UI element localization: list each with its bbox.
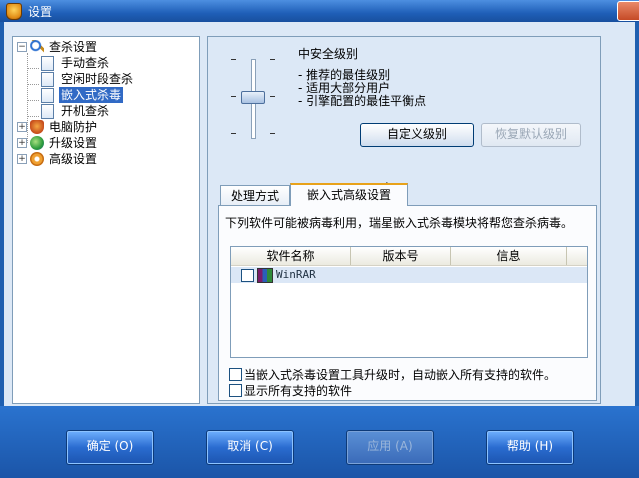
tab-embedded-advanced[interactable]: 嵌入式高级设置 <box>290 183 408 206</box>
expand-icon[interactable]: + <box>17 154 27 164</box>
tree-item-label: 嵌入式杀毒 <box>59 87 124 103</box>
custom-level-button[interactable]: 自定义级别 <box>360 123 474 147</box>
column-header-info[interactable]: 信息 <box>451 247 567 265</box>
embedded-settings-panel: 下列软件可能被病毒利用，瑞星嵌入式杀毒模块将帮您查杀病毒。 软件名称 版本号 信… <box>218 205 597 401</box>
software-checkbox[interactable] <box>241 269 254 282</box>
tree-item-label: 升级设置 <box>49 136 98 150</box>
tree-item-pc-protection[interactable]: + 电脑防护 <box>17 119 187 135</box>
tree-item-update-settings[interactable]: + 升级设置 <box>17 135 187 151</box>
slider-tick <box>231 96 236 97</box>
tree-item-embedded-scan[interactable]: 嵌入式杀毒 <box>41 87 181 103</box>
tree-item-label: 查杀设置 <box>49 40 98 54</box>
page-icon <box>41 56 54 71</box>
tree-connector <box>27 116 39 117</box>
software-list[interactable]: 软件名称 版本号 信息 WinRAR <box>230 246 588 358</box>
apply-button[interactable]: 应用 (A) <box>346 430 434 465</box>
expand-icon[interactable]: + <box>17 138 27 148</box>
tree-item-boot-scan[interactable]: 开机查杀 <box>41 103 181 119</box>
slider-tick <box>270 96 275 97</box>
show-all-label: 显示所有支持的软件 <box>244 384 353 398</box>
level-desc-line: - 引擎配置的最佳平衡点 <box>298 94 427 108</box>
show-all-option[interactable]: 显示所有支持的软件 <box>229 382 429 398</box>
slider-tick <box>270 59 275 60</box>
slider-thumb[interactable] <box>241 91 265 104</box>
tree-connector <box>27 84 39 85</box>
security-level-description: - 推荐的最佳级别 - 适用大部分用户 - 引擎配置的最佳平衡点 <box>298 69 426 108</box>
title-bar[interactable]: 设置 <box>0 0 639 22</box>
slider-tick <box>231 133 236 134</box>
collapse-icon[interactable]: − <box>17 42 27 52</box>
auto-embed-checkbox[interactable] <box>229 368 242 381</box>
tree-item-label: 手动查杀 <box>61 56 110 70</box>
cancel-button[interactable]: 取消 (C) <box>206 430 294 465</box>
page-icon <box>41 104 54 119</box>
show-all-checkbox[interactable] <box>229 384 242 397</box>
page-icon <box>41 88 54 103</box>
column-header-name[interactable]: 软件名称 <box>231 247 351 265</box>
settings-panel: 中安全级别 - 推荐的最佳级别 - 适用大部分用户 - 引擎配置的最佳平衡点 自… <box>207 36 601 404</box>
tab-handling[interactable]: 处理方式 <box>220 185 290 206</box>
tree-item-label: 空闲时段查杀 <box>61 72 134 86</box>
software-name: WinRAR <box>276 268 316 281</box>
tree-item-manual-scan[interactable]: 手动查杀 <box>41 55 181 71</box>
slider-tick <box>270 133 275 134</box>
settings-tree: − 查杀设置 手动查杀 空闲时段查杀 嵌入式杀毒 开机查杀 + 电脑防护 + 升… <box>12 36 200 404</box>
close-button[interactable] <box>617 1 639 21</box>
dialog-body: − 查杀设置 手动查杀 空闲时段查杀 嵌入式杀毒 开机查杀 + 电脑防护 + 升… <box>4 22 635 406</box>
tree-connector <box>27 100 39 101</box>
column-header-version[interactable]: 版本号 <box>351 247 451 265</box>
shield-icon <box>30 120 44 134</box>
gear-icon <box>30 152 44 166</box>
restore-default-button[interactable]: 恢复默认级别 <box>481 123 581 147</box>
auto-embed-label: 当嵌入式杀毒设置工具升级时，自动嵌入所有支持的软件。 <box>244 368 557 382</box>
tree-connector <box>27 68 39 69</box>
security-level-title: 中安全级别 <box>298 47 359 61</box>
ok-button[interactable]: 确定 (O) <box>66 430 154 465</box>
tree-item-advanced-settings[interactable]: + 高级设置 <box>17 151 187 167</box>
winrar-icon <box>257 268 273 283</box>
tree-item-scan-settings[interactable]: − 查杀设置 <box>17 39 187 55</box>
dialog-footer: 确定 (O) 取消 (C) 应用 (A) 帮助 (H) <box>0 406 639 478</box>
list-header: 软件名称 版本号 信息 <box>231 247 587 266</box>
tree-item-label: 开机查杀 <box>61 104 110 118</box>
page-icon <box>41 72 54 87</box>
globe-icon <box>30 136 44 150</box>
slider-tick <box>231 59 236 60</box>
list-item[interactable]: WinRAR <box>231 267 587 283</box>
app-shield-icon <box>6 3 22 20</box>
tree-item-idle-scan[interactable]: 空闲时段查杀 <box>41 71 181 87</box>
tree-item-label: 高级设置 <box>49 152 98 166</box>
window-title: 设置 <box>28 5 53 19</box>
auto-embed-option[interactable]: 当嵌入式杀毒设置工具升级时，自动嵌入所有支持的软件。 <box>229 366 569 382</box>
embedded-intro-text: 下列软件可能被病毒利用，瑞星嵌入式杀毒模块将帮您查杀病毒。 <box>225 216 574 230</box>
help-button[interactable]: 帮助 (H) <box>486 430 574 465</box>
expand-icon[interactable]: + <box>17 122 27 132</box>
magnifier-icon <box>30 40 44 54</box>
tree-item-label: 电脑防护 <box>49 120 98 134</box>
